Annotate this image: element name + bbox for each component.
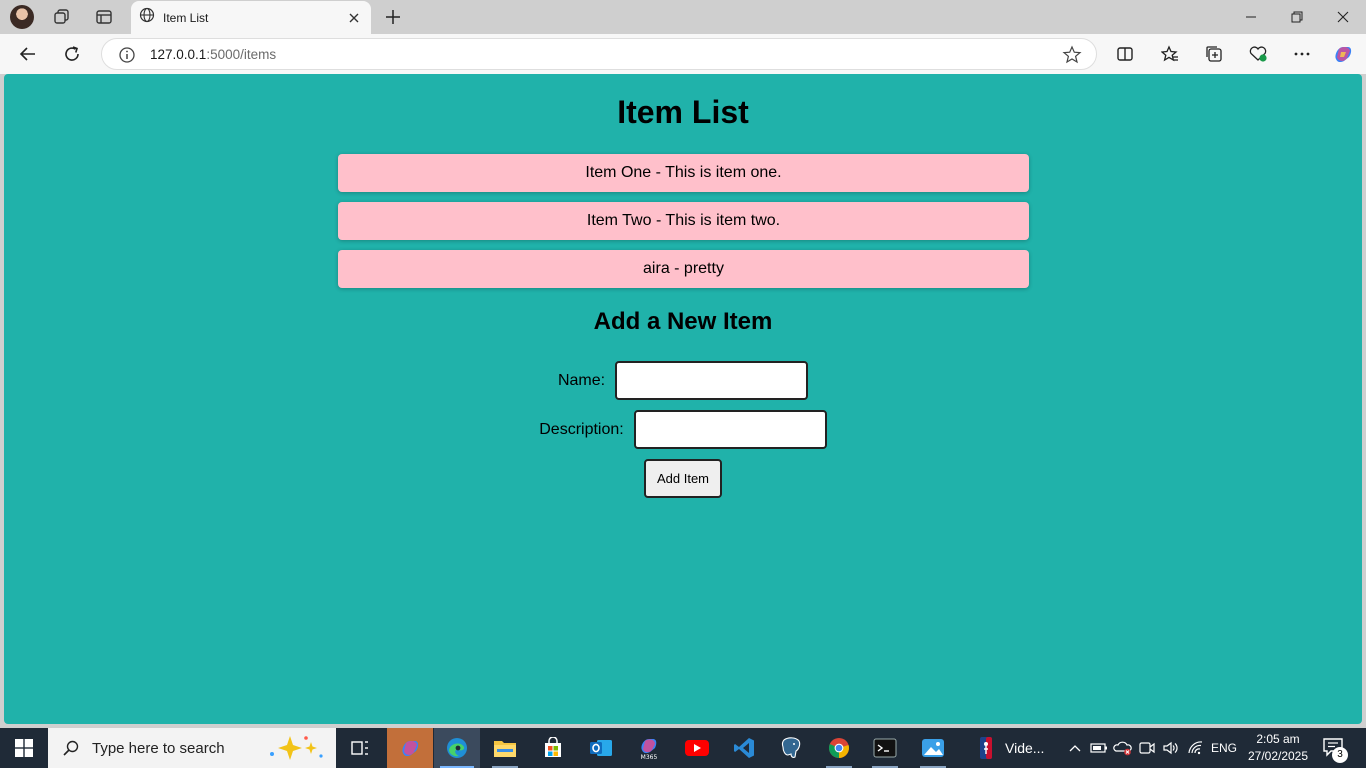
description-label: Description: <box>539 420 624 438</box>
list-item: Item One - This is item one. <box>338 154 1029 192</box>
profile-avatar[interactable] <box>10 5 34 29</box>
notification-count-badge: 3 <box>1332 747 1348 763</box>
onedrive-icon[interactable] <box>1112 728 1134 768</box>
close-tab-icon[interactable] <box>343 7 365 29</box>
taskbar: Type here to search M365 Vide... ENG 2:0… <box>0 728 1366 768</box>
task-view-icon[interactable] <box>337 728 383 768</box>
list-item: Item Two - This is item two. <box>338 202 1029 240</box>
store-icon[interactable] <box>530 728 576 768</box>
more-options-icon[interactable] <box>1287 40 1317 68</box>
tab-strip: Item List <box>0 0 1366 34</box>
close-window-button[interactable] <box>1320 0 1366 34</box>
photos-icon[interactable] <box>910 728 956 768</box>
refresh-button[interactable] <box>57 40 87 68</box>
clock-date: 27/02/2025 <box>1247 749 1309 763</box>
clock-time: 2:05 am <box>1256 732 1300 746</box>
postgresql-icon[interactable] <box>768 728 814 768</box>
restore-button[interactable] <box>1274 0 1320 34</box>
page-viewport: Item List Item One - This is item one. I… <box>4 74 1362 724</box>
youtube-icon[interactable] <box>674 728 720 768</box>
volume-icon[interactable] <box>1160 728 1182 768</box>
tab-item-list[interactable]: Item List <box>131 1 371 34</box>
nba-icon[interactable] <box>963 728 1009 768</box>
copilot-app-icon[interactable] <box>387 728 433 768</box>
show-hidden-icons[interactable] <box>1064 728 1086 768</box>
taskbar-search[interactable]: Type here to search <box>48 728 336 768</box>
favorite-star-icon[interactable] <box>1062 45 1082 65</box>
outlook-icon[interactable] <box>578 728 624 768</box>
meet-now-icon[interactable] <box>1136 728 1158 768</box>
search-icon <box>62 739 80 757</box>
name-row: Name: <box>4 361 1362 400</box>
page-title: Item List <box>617 94 749 130</box>
taskbar-clock[interactable]: 2:05 am 27/02/2025 <box>1246 731 1310 765</box>
description-input[interactable] <box>633 410 827 449</box>
wifi-icon[interactable] <box>1185 728 1207 768</box>
language-indicator[interactable]: ENG <box>1208 728 1240 768</box>
url-path: :5000/items <box>206 47 277 62</box>
submit-row: Add Item <box>4 459 1362 498</box>
back-button[interactable] <box>13 40 43 68</box>
new-tab-button[interactable] <box>381 5 405 29</box>
name-label: Name: <box>557 371 606 389</box>
form-title: Add a New Item <box>593 308 773 335</box>
vscode-icon[interactable] <box>721 728 767 768</box>
workspaces-icon[interactable] <box>50 5 74 29</box>
tab-title: Item List <box>163 10 209 25</box>
minimize-button[interactable] <box>1228 0 1274 34</box>
split-screen-icon[interactable] <box>1110 40 1140 68</box>
tab-actions-icon[interactable] <box>92 5 116 29</box>
favorites-icon[interactable] <box>1155 40 1185 68</box>
globe-icon <box>139 7 155 28</box>
add-item-button[interactable]: Add Item <box>644 459 722 498</box>
running-app-label[interactable]: Vide... <box>1005 740 1044 756</box>
collections-icon[interactable] <box>1199 40 1229 68</box>
address-bar[interactable]: 127.0.0.1:5000/items <box>101 38 1097 70</box>
battery-icon[interactable] <box>1088 728 1110 768</box>
terminal-icon[interactable] <box>862 728 908 768</box>
edge-app-icon[interactable] <box>434 728 480 768</box>
file-explorer-icon[interactable] <box>482 728 528 768</box>
description-row: Description: <box>4 410 1362 449</box>
name-input[interactable] <box>615 361 809 400</box>
search-highlight-icon <box>266 734 326 762</box>
svg-text:M365: M365 <box>641 754 658 760</box>
url-host: 127.0.0.1 <box>150 47 207 62</box>
site-info-icon[interactable] <box>118 46 136 64</box>
browser-essentials-icon[interactable] <box>1243 40 1273 68</box>
url-text: 127.0.0.1:5000/items <box>150 47 276 62</box>
list-item: aira - pretty <box>338 250 1029 288</box>
browser-toolbar: 127.0.0.1:5000/items <box>0 34 1366 74</box>
chrome-icon[interactable] <box>816 728 862 768</box>
search-placeholder: Type here to search <box>92 739 225 757</box>
start-button[interactable] <box>0 728 48 768</box>
copilot-icon[interactable] <box>1328 40 1358 68</box>
m365-icon[interactable]: M365 <box>626 728 672 768</box>
